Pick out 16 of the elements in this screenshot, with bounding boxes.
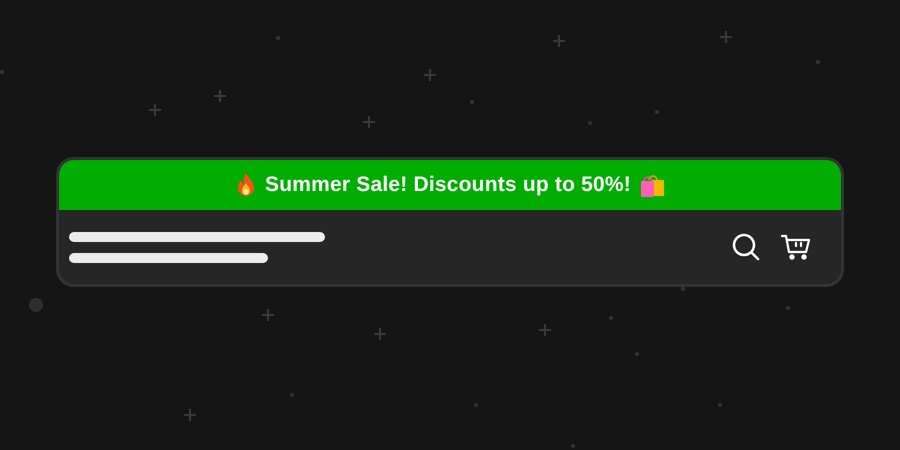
sparkle-icon: [539, 324, 551, 336]
sale-text: Summer Sale! Discounts up to 50%!: [264, 172, 631, 198]
sparkle-icon: [424, 69, 436, 81]
search-button[interactable]: [731, 232, 761, 262]
sparkle-icon: [374, 328, 386, 340]
dot-icon: [29, 298, 43, 312]
sparkle-icon: [184, 409, 196, 421]
search-icon: [732, 233, 760, 261]
sparkle-icon: [363, 116, 375, 128]
sparkle-icon: [553, 35, 565, 47]
cart-button[interactable]: [781, 232, 811, 262]
sparkle-icon: [149, 104, 161, 116]
cart-icon: [781, 234, 811, 260]
sparkle-icon: [720, 31, 732, 43]
sparkle-icon: [214, 90, 226, 102]
sparkle-icon: [262, 309, 274, 321]
